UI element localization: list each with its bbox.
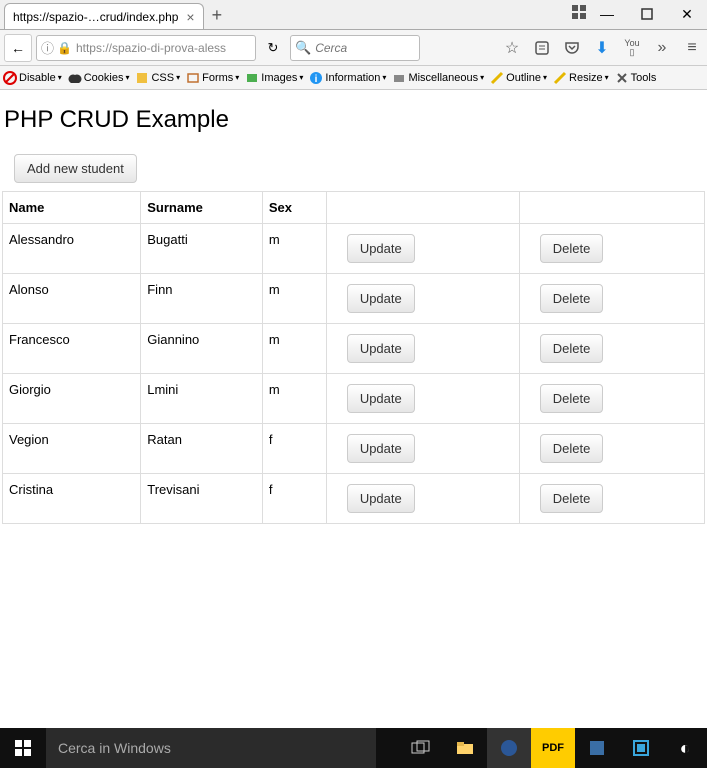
overflow-icon[interactable]: » <box>651 37 673 59</box>
app-icon-1[interactable] <box>575 728 619 768</box>
delete-button[interactable]: Delete <box>540 484 604 513</box>
search-input[interactable] <box>315 41 415 55</box>
browser-tab-bar: https://spazio-…crud/index.php × + — ✕ <box>0 0 707 30</box>
cell-name: Giorgio <box>3 374 141 424</box>
cell-sex: m <box>262 274 326 324</box>
dev-forms[interactable]: Forms▾ <box>183 71 242 85</box>
search-bar[interactable]: 🔍 <box>290 35 420 61</box>
page-content: PHP CRUD Example Add new student Name Su… <box>0 90 707 532</box>
url-input[interactable] <box>76 41 251 55</box>
taskbar-search[interactable]: Cerca in Windows <box>46 728 376 768</box>
lock-icon: 🔒 <box>57 41 72 55</box>
firefox-icon[interactable] <box>487 728 531 768</box>
table-row: FrancescoGianninom Update Delete <box>3 324 705 374</box>
cell-surname: Finn <box>141 274 263 324</box>
cell-surname: Trevisani <box>141 474 263 524</box>
col-delete <box>519 192 704 224</box>
virtualbox-icon[interactable] <box>619 728 663 768</box>
pocket-icon[interactable] <box>561 37 583 59</box>
dev-disable[interactable]: Disable▾ <box>0 71 65 85</box>
dev-information[interactable]: iInformation▾ <box>306 71 389 85</box>
dev-tools[interactable]: Tools <box>612 71 660 85</box>
cell-sex: m <box>262 224 326 274</box>
cell-sex: m <box>262 374 326 424</box>
cell-name: Alessandro <box>3 224 141 274</box>
cell-surname: Lmini <box>141 374 263 424</box>
cell-surname: Ratan <box>141 424 263 474</box>
title-extra-icon <box>571 4 587 20</box>
taskbar-search-placeholder: Cerca in Windows <box>58 740 171 756</box>
url-bar[interactable]: ⓘ 🔒 <box>36 35 256 61</box>
students-table: Name Surname Sex AlessandroBugattimUpdat… <box>2 191 705 524</box>
dev-outline[interactable]: Outline▾ <box>487 71 550 85</box>
update-button[interactable]: Update <box>347 434 415 463</box>
browser-nav-bar: ← ⓘ 🔒 ↻ 🔍 ☆ ⬇ You▯ » ≡ <box>0 30 707 66</box>
windows-taskbar: Cerca in Windows PDF ◐ <box>0 728 707 768</box>
search-icon: 🔍 <box>295 40 311 56</box>
table-row: CristinaTrevisanif Update Delete <box>3 474 705 524</box>
youtube-icon[interactable]: You▯ <box>621 37 643 59</box>
reader-icon[interactable] <box>531 37 553 59</box>
cell-name: Francesco <box>3 324 141 374</box>
col-update <box>326 192 519 224</box>
dev-css[interactable]: CSS▾ <box>132 71 183 85</box>
bookmark-star-icon[interactable]: ☆ <box>501 37 523 59</box>
cell-surname: Giannino <box>141 324 263 374</box>
page-title: PHP CRUD Example <box>4 106 705 134</box>
add-student-button[interactable]: Add new student <box>14 154 137 183</box>
dev-resize[interactable]: Resize▾ <box>550 71 612 85</box>
info-icon[interactable]: ⓘ <box>41 38 54 57</box>
developer-toolbar: Disable▾ Cookies▾ CSS▾ Forms▾ Images▾ iI… <box>0 66 707 90</box>
col-surname: Surname <box>141 192 263 224</box>
update-button[interactable]: Update <box>347 484 415 513</box>
table-row: GiorgioLminim Update Delete <box>3 374 705 424</box>
download-icon[interactable]: ⬇ <box>591 37 613 59</box>
reload-button[interactable]: ↻ <box>260 35 286 61</box>
update-button[interactable]: Update <box>347 334 415 363</box>
cell-surname: Bugatti <box>141 224 263 274</box>
new-tab-button[interactable]: + <box>212 5 223 29</box>
window-maximize-button[interactable] <box>627 0 667 29</box>
col-name: Name <box>3 192 141 224</box>
delete-button[interactable]: Delete <box>540 384 604 413</box>
dev-cookies[interactable]: Cookies▾ <box>65 71 133 85</box>
app-icon-2[interactable]: ◐ <box>663 728 707 768</box>
cell-sex: m <box>262 324 326 374</box>
update-button[interactable]: Update <box>347 284 415 313</box>
dev-images[interactable]: Images▾ <box>242 71 306 85</box>
cell-name: Alonso <box>3 274 141 324</box>
tab-close-icon[interactable]: × <box>186 9 194 25</box>
cell-sex: f <box>262 474 326 524</box>
tab-title: https://spazio-…crud/index.php <box>13 10 178 24</box>
back-button[interactable]: ← <box>4 34 32 62</box>
col-sex: Sex <box>262 192 326 224</box>
delete-button[interactable]: Delete <box>540 234 604 263</box>
window-minimize-button[interactable]: — <box>587 0 627 29</box>
cell-sex: f <box>262 424 326 474</box>
browser-tab[interactable]: https://spazio-…crud/index.php × <box>4 3 204 29</box>
window-close-button[interactable]: ✕ <box>667 0 707 29</box>
dev-miscellaneous[interactable]: Miscellaneous▾ <box>389 71 487 85</box>
window-controls: — ✕ <box>587 0 707 29</box>
table-row: VegionRatanf Update Delete <box>3 424 705 474</box>
cell-name: Cristina <box>3 474 141 524</box>
delete-button[interactable]: Delete <box>540 334 604 363</box>
file-explorer-icon[interactable] <box>443 728 487 768</box>
delete-button[interactable]: Delete <box>540 284 604 313</box>
update-button[interactable]: Update <box>347 234 415 263</box>
task-view-icon[interactable] <box>399 728 443 768</box>
start-button[interactable] <box>0 728 46 768</box>
cell-name: Vegion <box>3 424 141 474</box>
pdf-icon[interactable]: PDF <box>531 728 575 768</box>
update-button[interactable]: Update <box>347 384 415 413</box>
svg-text:i: i <box>315 74 318 85</box>
table-row: AlonsoFinnm Update Delete <box>3 274 705 324</box>
table-row: AlessandroBugattim Update Delete <box>3 224 705 274</box>
menu-icon[interactable]: ≡ <box>681 37 703 59</box>
delete-button[interactable]: Delete <box>540 434 604 463</box>
